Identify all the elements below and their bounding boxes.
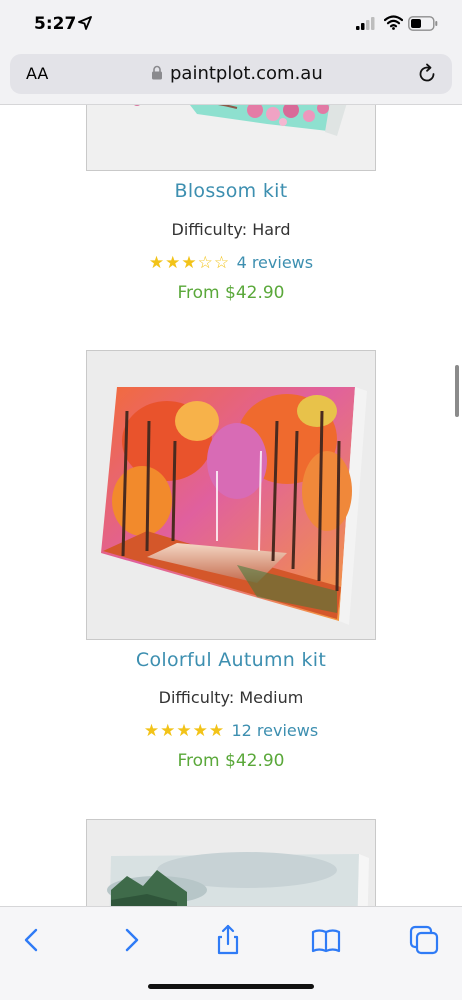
blossom-painting bbox=[87, 105, 375, 170]
tabs-icon[interactable] bbox=[407, 923, 441, 957]
status-time: 5:27 bbox=[34, 14, 77, 34]
product-title-blossom[interactable]: Blossom kit bbox=[0, 180, 462, 202]
difficulty-label: Difficulty: bbox=[158, 688, 235, 707]
autumn-painting bbox=[87, 351, 375, 639]
back-icon[interactable] bbox=[15, 923, 49, 957]
reload-icon[interactable] bbox=[416, 63, 438, 85]
star-icon: ★ bbox=[148, 253, 166, 273]
star-rating: ★★★☆☆ bbox=[149, 253, 237, 273]
star-outline-icon: ☆ bbox=[213, 253, 231, 273]
reviews-link[interactable]: 12 reviews bbox=[231, 721, 318, 740]
star-rating: ★★★★★ bbox=[144, 721, 232, 741]
product-image-blossom[interactable] bbox=[86, 105, 376, 171]
scroll-indicator[interactable] bbox=[455, 365, 459, 417]
star-icon: ★ bbox=[181, 253, 198, 273]
price-blossom: From $42.90 bbox=[177, 283, 285, 303]
product-image-colorful-autumn[interactable] bbox=[86, 350, 376, 640]
battery-icon bbox=[408, 16, 438, 31]
difficulty-blossom: Difficulty: Hard bbox=[0, 220, 462, 239]
forward-icon[interactable] bbox=[114, 923, 148, 957]
rating-blossom: ★★★☆☆ 4 reviews bbox=[0, 253, 462, 273]
url-text[interactable]: paintplot.com.au bbox=[170, 63, 323, 84]
difficulty-value: Hard bbox=[252, 220, 291, 239]
star-outline-icon: ☆ bbox=[197, 253, 214, 273]
difficulty-label: Difficulty: bbox=[171, 220, 248, 239]
star-icon: ★ bbox=[208, 721, 226, 741]
home-indicator[interactable] bbox=[148, 984, 314, 989]
landscape-painting bbox=[87, 820, 375, 906]
url-field[interactable]: AA paintplot.com.au bbox=[10, 54, 452, 94]
star-icon: ★ bbox=[165, 253, 182, 273]
browser-address-bar: AA paintplot.com.au bbox=[0, 50, 462, 105]
difficulty-value: Medium bbox=[239, 688, 304, 707]
star-icon: ★ bbox=[176, 721, 193, 741]
lock-icon bbox=[152, 65, 162, 80]
product-title-colorful-autumn[interactable]: Colorful Autumn kit bbox=[0, 649, 462, 671]
bookmarks-icon[interactable] bbox=[309, 923, 343, 957]
star-icon: ★ bbox=[192, 721, 209, 741]
star-icon: ★ bbox=[160, 721, 177, 741]
star-icon: ★ bbox=[143, 721, 161, 741]
signal-icon bbox=[356, 17, 375, 30]
difficulty-colorful-autumn: Difficulty: Medium bbox=[0, 688, 462, 707]
rating-colorful-autumn: ★★★★★ 12 reviews bbox=[0, 721, 462, 741]
location-arrow-icon bbox=[78, 16, 92, 30]
page-content: Blossom kit Difficulty: Hard ★★★☆☆ 4 rev… bbox=[0, 105, 462, 906]
reviews-link[interactable]: 4 reviews bbox=[237, 253, 314, 272]
status-bar: 5:27 bbox=[0, 0, 462, 50]
product-image-landscape[interactable] bbox=[86, 819, 376, 906]
wifi-icon bbox=[384, 15, 403, 30]
text-size-button[interactable]: AA bbox=[26, 64, 48, 83]
price-colorful-autumn: From $42.90 bbox=[177, 751, 285, 771]
share-icon[interactable] bbox=[211, 923, 245, 957]
